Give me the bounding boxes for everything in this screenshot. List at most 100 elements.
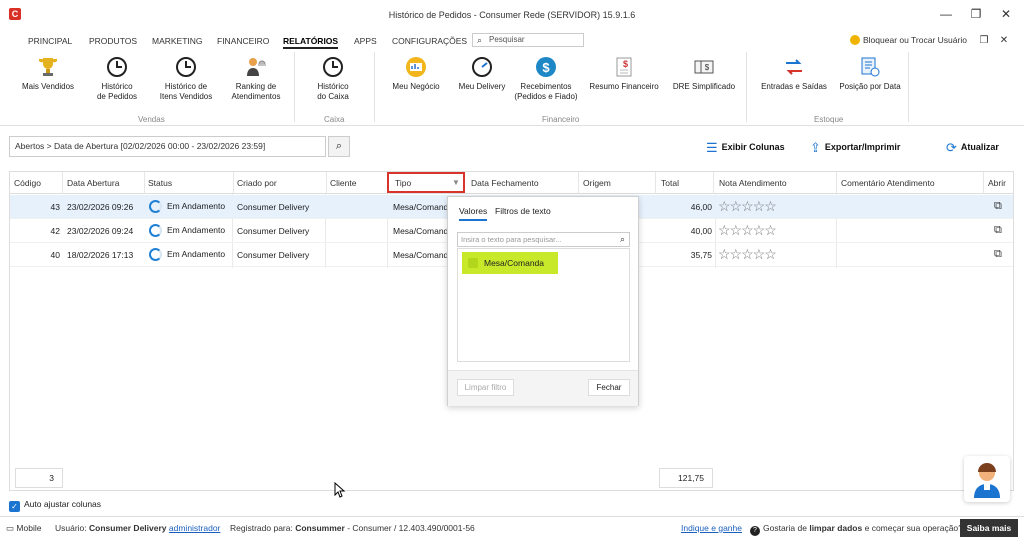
col-origem[interactable]: Origem [583,178,611,188]
group-label-estoque: Estoque [814,115,844,124]
mais-vendidos-button[interactable]: Mais Vendidos [16,56,80,92]
historico-pedidos-label: Histórico de Pedidos [96,82,138,101]
col-data-abertura[interactable]: Data Abertura [67,178,119,188]
tipo-column-highlight [387,172,465,193]
col-status[interactable]: Status [148,178,172,188]
ranking-atendimentos-button[interactable]: Ranking de Atendimentos [226,56,286,102]
recebimentos-label: Recebimentos (Pedidos e Fiado) [514,82,578,101]
filter-values-list: Mesa/Comanda [457,248,630,362]
clock-icon [323,57,343,77]
footer-count: 3 [15,468,63,488]
saiba-mais-button[interactable]: Saiba mais [960,519,1018,537]
ledger-icon: $ [694,60,714,74]
auto-ajustar-checkbox[interactable]: ✓ Auto ajustar colunas [9,499,101,512]
open-external-icon[interactable]: ⧉ [994,200,1002,213]
user-info: Usuário: Consumer Delivery administrador [55,523,220,533]
cell-codigo: 40 [50,250,60,260]
share-icon: ⇪ [810,140,821,155]
filter-search-placeholder: Insira o texto para pesquisar... [461,235,562,244]
menu-configuracoes[interactable]: CONFIGURAÇÕES [392,36,467,46]
tab-filtros-texto[interactable]: Filtros de texto [495,206,551,216]
recebimentos-button[interactable]: $ Recebimentos (Pedidos e Fiado) [512,56,580,102]
menu-relatorios[interactable]: RELATÓRIOS [283,36,339,49]
menu-lines-icon: ☰ [706,140,718,155]
atualizar-button[interactable]: ⟳ Atualizar [946,140,999,156]
invoice-icon: $ [616,57,632,77]
close-tab-icon[interactable]: ✕ [994,33,1014,49]
mobile-icon: ▭ [6,523,17,533]
minimize-button[interactable]: — [936,6,956,22]
dre-simplificado-button[interactable]: $ DRE Simplificado [670,56,738,92]
limpar-filtro-button[interactable]: Limpar filtro [457,379,514,396]
rating-stars[interactable]: ☆☆☆☆☆ [718,246,777,263]
speedometer-icon [472,57,492,77]
historico-caixa-button[interactable]: Histórico do Caixa [308,56,358,102]
exportar-button[interactable]: ⇪ Exportar/Imprimir [810,140,900,156]
mais-vendidos-label: Mais Vendidos [21,82,75,91]
trophy-icon [39,58,57,76]
historico-pedidos-button[interactable]: Histórico de Pedidos [92,56,142,102]
checkbox-icon[interactable] [468,258,478,268]
close-button[interactable]: ✕ [996,6,1016,22]
user-role-link[interactable]: administrador [169,523,221,533]
exportar-label: Exportar/Imprimir [824,142,901,152]
fechar-button[interactable]: Fechar [588,379,630,396]
col-nota[interactable]: Nota Atendimento [719,178,787,188]
lock-user-label: Bloquear ou Trocar Usuário [863,35,967,45]
posicao-data-button[interactable]: Posição por Data [834,56,906,92]
filter-breadcrumb[interactable]: Abertos > Data de Abertura [02/02/2026 0… [9,136,326,157]
filter-search-input[interactable]: Insira o texto para pesquisar... ⌕ [457,232,630,247]
menu-produtos[interactable]: PRODUTOS [89,36,137,46]
restore-ribbon-icon[interactable]: ❐ [974,33,994,49]
cell-tipo: Mesa/Comanda [393,250,454,260]
clock-icon [107,57,127,77]
registered-rest: - Consumer / 12.403.490/0001-56 [347,523,475,533]
open-external-icon[interactable]: ⧉ [994,224,1002,237]
grid-header: Código Data Abertura Status Criado por C… [10,172,1013,194]
cell-tipo: Mesa/Comanda [393,202,454,212]
assistant-avatar[interactable] [964,456,1010,502]
open-external-icon[interactable]: ⧉ [994,248,1002,261]
col-codigo[interactable]: Código [14,178,41,188]
promo-pre: Gostaria de [763,523,807,533]
col-abrir[interactable]: Abrir [988,178,1006,188]
exibir-colunas-button[interactable]: ☰ Exibir Colunas [706,140,785,156]
filter-value-mesa-comanda[interactable]: Mesa/Comanda [462,252,558,274]
filter-search-button[interactable]: ⌕ [328,136,350,157]
col-criado-por[interactable]: Criado por [237,178,277,188]
menu-apps[interactable]: APPS [354,36,377,46]
lock-user-button[interactable]: Bloquear ou Trocar Usuário [850,35,967,45]
rating-stars[interactable]: ☆☆☆☆☆ [718,222,777,239]
global-search-input[interactable]: ⌕ Pesquisar [472,33,584,47]
menu-marketing[interactable]: MARKETING [152,36,203,46]
support-agent-icon [974,463,1000,498]
restore-button[interactable]: ❐ [966,6,986,22]
mobile-button[interactable]: ▭ Mobile [6,523,41,534]
col-data-fechamento[interactable]: Data Fechamento [471,178,539,188]
search-icon: ⌕ [619,234,625,244]
tab-valores[interactable]: Valores [459,206,488,221]
status-bar: ▭ Mobile Usuário: Consumer Delivery admi… [0,516,1024,539]
menu-financeiro[interactable]: FINANCEIRO [217,36,269,46]
mouse-cursor-icon [334,482,346,498]
rating-stars[interactable]: ☆☆☆☆☆ [718,198,777,215]
registered-info: Registrado para: Consummer - Consumer / … [230,523,475,533]
indique-ganhe-link[interactable]: Indique e ganhe [681,523,742,533]
column-divider [144,172,145,194]
meu-negocio-button[interactable]: Meu Negócio [390,56,442,92]
menu-principal[interactable]: PRINCIPAL [28,36,72,46]
col-cliente[interactable]: Cliente [330,178,356,188]
search-placeholder: Pesquisar [489,35,525,44]
resumo-financeiro-button[interactable]: $ Resumo Financeiro [588,56,660,92]
meu-delivery-button[interactable]: Meu Delivery [454,56,510,92]
col-comentario[interactable]: Comentário Atendimento [841,178,935,188]
filter-popup: Valores Filtros de texto Insira o texto … [447,196,639,406]
cell-codigo: 42 [50,226,60,236]
cell-criado-por: Consumer Delivery [237,202,310,212]
in-progress-icon [149,224,162,237]
historico-itens-button[interactable]: Histórico de Itens Vendidos [154,56,218,102]
column-divider [836,172,837,194]
column-divider [655,172,656,194]
col-total[interactable]: Total [661,178,679,188]
entradas-saidas-button[interactable]: Entradas e Saídas [758,56,830,92]
